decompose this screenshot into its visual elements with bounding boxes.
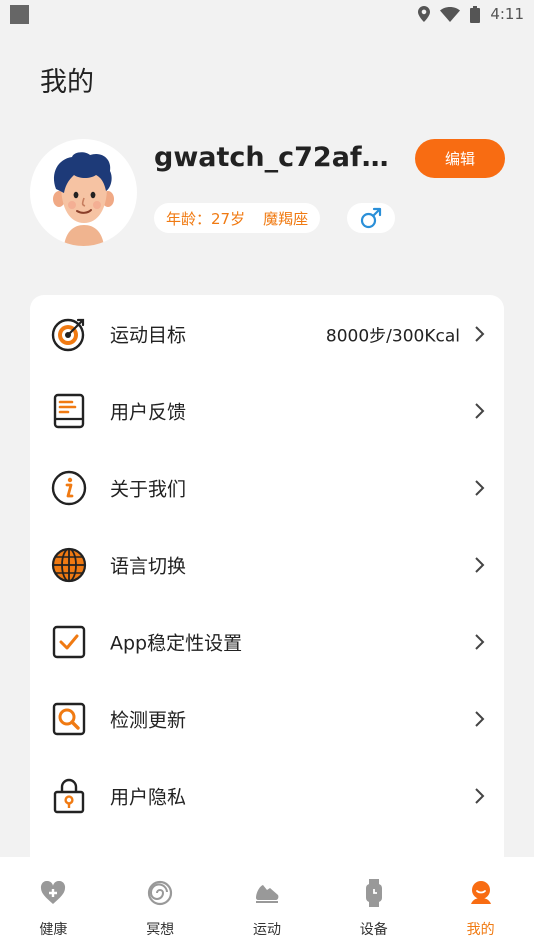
- magnifier-icon: [50, 700, 88, 738]
- nav-tab-label: 冥想: [146, 922, 175, 938]
- checkbox-icon: [50, 623, 88, 661]
- chevron-right-icon: [475, 556, 485, 573]
- chevron-right-icon: [475, 633, 485, 650]
- age-text: 年龄：27岁: [166, 209, 246, 228]
- menu-item-privacy[interactable]: 用户隐私: [30, 757, 504, 834]
- profile-info-pill: 年龄：27岁 魔羯座: [154, 203, 321, 233]
- menu-item-exercise-goal[interactable]: 运动目标 8000步/300Kcal: [30, 295, 504, 372]
- menu-item-label: 关于我们: [110, 478, 187, 500]
- settings-menu-card: 运动目标 8000步/300Kcal 用户反馈 关于我们 语言切换 App稳定性…: [30, 295, 504, 895]
- menu-item-label: 检测更新: [110, 709, 187, 731]
- globe-icon: [50, 546, 88, 584]
- nav-tab-health[interactable]: 健康: [0, 857, 107, 949]
- chevron-right-icon: [475, 479, 485, 496]
- status-left: [10, 4, 29, 24]
- bottom-nav: 健康 冥想 运动 设备 我的: [0, 857, 534, 949]
- male-icon: [360, 207, 382, 229]
- menu-item-label: 语言切换: [110, 555, 187, 577]
- menu-item-language[interactable]: 语言切换: [30, 526, 504, 603]
- page-title: 我的: [40, 67, 94, 98]
- menu-item-value: 8000步/300Kcal: [325, 326, 460, 346]
- zodiac-text: 魔羯座: [263, 209, 309, 228]
- menu-item-app-stability[interactable]: App稳定性设置: [30, 603, 504, 680]
- spiral-icon: [146, 879, 174, 907]
- menu-item-label: 运动目标: [110, 324, 187, 346]
- avatar[interactable]: [30, 139, 137, 246]
- battery-icon: [470, 5, 481, 23]
- target-icon: [50, 315, 88, 353]
- nav-tab-mine[interactable]: 我的: [427, 857, 534, 949]
- edit-profile-button[interactable]: 编辑: [415, 139, 505, 178]
- gender-badge: [347, 203, 395, 233]
- nav-tab-device[interactable]: 设备: [320, 857, 427, 949]
- status-time: 4:11: [490, 5, 524, 23]
- chevron-right-icon: [475, 787, 485, 804]
- watch-icon: [360, 879, 388, 907]
- menu-item-check-update[interactable]: 检测更新: [30, 680, 504, 757]
- chevron-right-icon: [475, 402, 485, 419]
- wifi-icon: [440, 6, 461, 22]
- chevron-right-icon: [475, 325, 485, 342]
- notification-square-icon: [10, 4, 29, 24]
- heart-plus-icon: [39, 879, 67, 907]
- avatar-illustration-icon: [53, 152, 114, 246]
- profile-icon: [467, 879, 495, 907]
- lock-icon: [50, 777, 88, 815]
- nav-tab-label: 运动: [252, 922, 281, 938]
- status-right: 4:11: [418, 5, 524, 23]
- location-icon: [418, 6, 431, 22]
- menu-item-about-us[interactable]: 关于我们: [30, 449, 504, 526]
- menu-item-feedback[interactable]: 用户反馈: [30, 372, 504, 449]
- menu-item-label: 用户反馈: [110, 401, 187, 423]
- feedback-icon: [50, 392, 88, 430]
- nav-tab-meditation[interactable]: 冥想: [107, 857, 214, 949]
- chevron-right-icon: [475, 710, 485, 727]
- nav-tab-label: 健康: [39, 922, 68, 938]
- menu-item-label: 用户隐私: [110, 786, 187, 808]
- status-bar: 4:11: [0, 0, 534, 28]
- shoe-icon: [253, 879, 281, 907]
- info-icon: [50, 469, 88, 507]
- nav-tab-label: 设备: [359, 922, 388, 938]
- menu-item-label: App稳定性设置: [110, 632, 243, 654]
- nav-tab-sport[interactable]: 运动: [214, 857, 321, 949]
- username: gwatch_c72af8…: [154, 142, 390, 173]
- nav-tab-label: 我的: [466, 922, 495, 938]
